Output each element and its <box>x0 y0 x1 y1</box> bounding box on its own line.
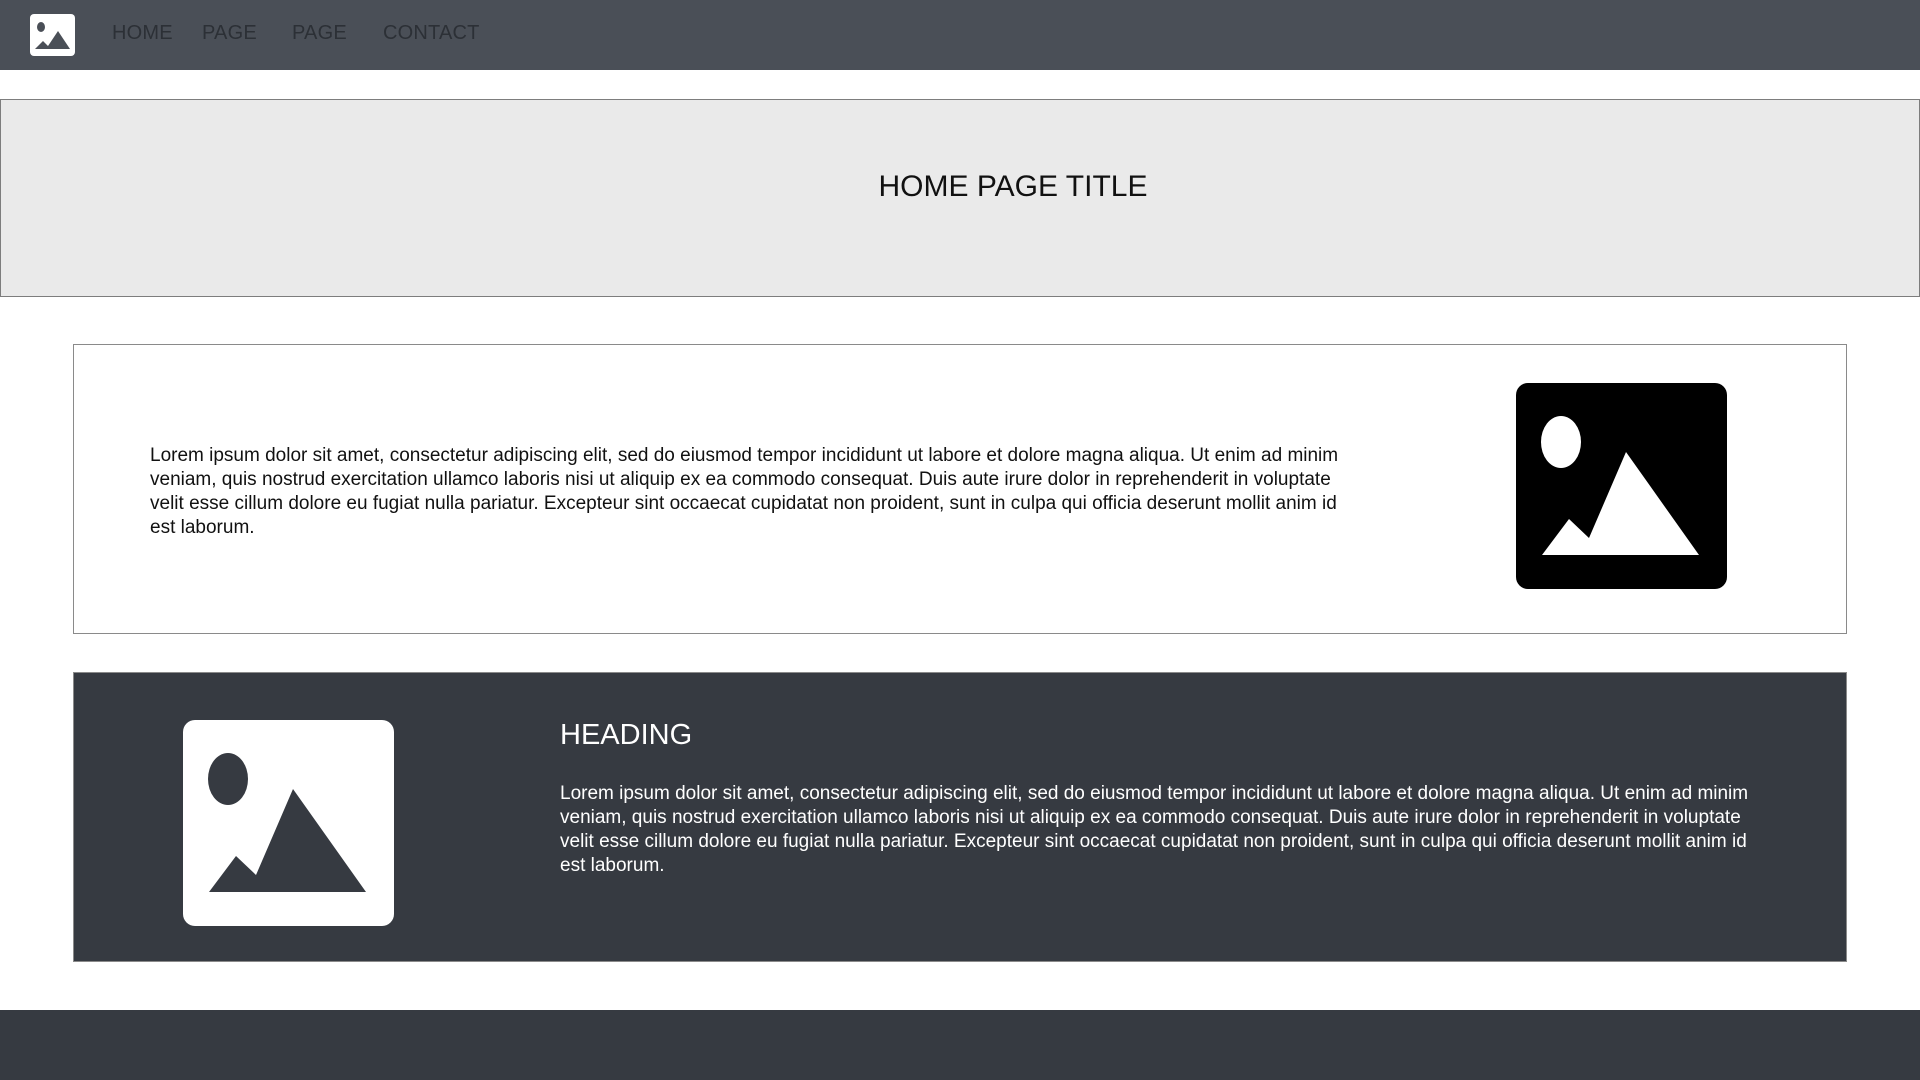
hero-banner: HOME PAGE TITLE <box>0 99 1920 297</box>
nav-link-page-2[interactable]: PAGE <box>292 22 347 45</box>
page-title: HOME PAGE TITLE <box>878 170 1148 203</box>
image-placeholder-icon <box>1516 383 1727 589</box>
logo-image-icon[interactable] <box>30 14 75 56</box>
section-body-text: Lorem ipsum dolor sit amet, consectetur … <box>560 783 1749 876</box>
image-placeholder-icon <box>183 720 394 926</box>
content-section-light: Lorem ipsum dolor sit amet, consectetur … <box>73 344 1847 634</box>
content-section-dark: HEADING Lorem ipsum dolor sit amet, cons… <box>73 672 1847 962</box>
page-footer <box>0 1010 1920 1080</box>
nav-link-contact[interactable]: CONTACT <box>383 22 480 45</box>
section-heading: HEADING <box>560 719 693 751</box>
section-body-text: Lorem ipsum dolor sit amet, consectetur … <box>150 445 1339 538</box>
top-navbar: HOME PAGE PAGE CONTACT <box>0 0 1920 70</box>
nav-link-page-1[interactable]: PAGE <box>202 22 257 45</box>
nav-link-home[interactable]: HOME <box>112 22 173 45</box>
image-placeholder-icon <box>30 14 75 56</box>
